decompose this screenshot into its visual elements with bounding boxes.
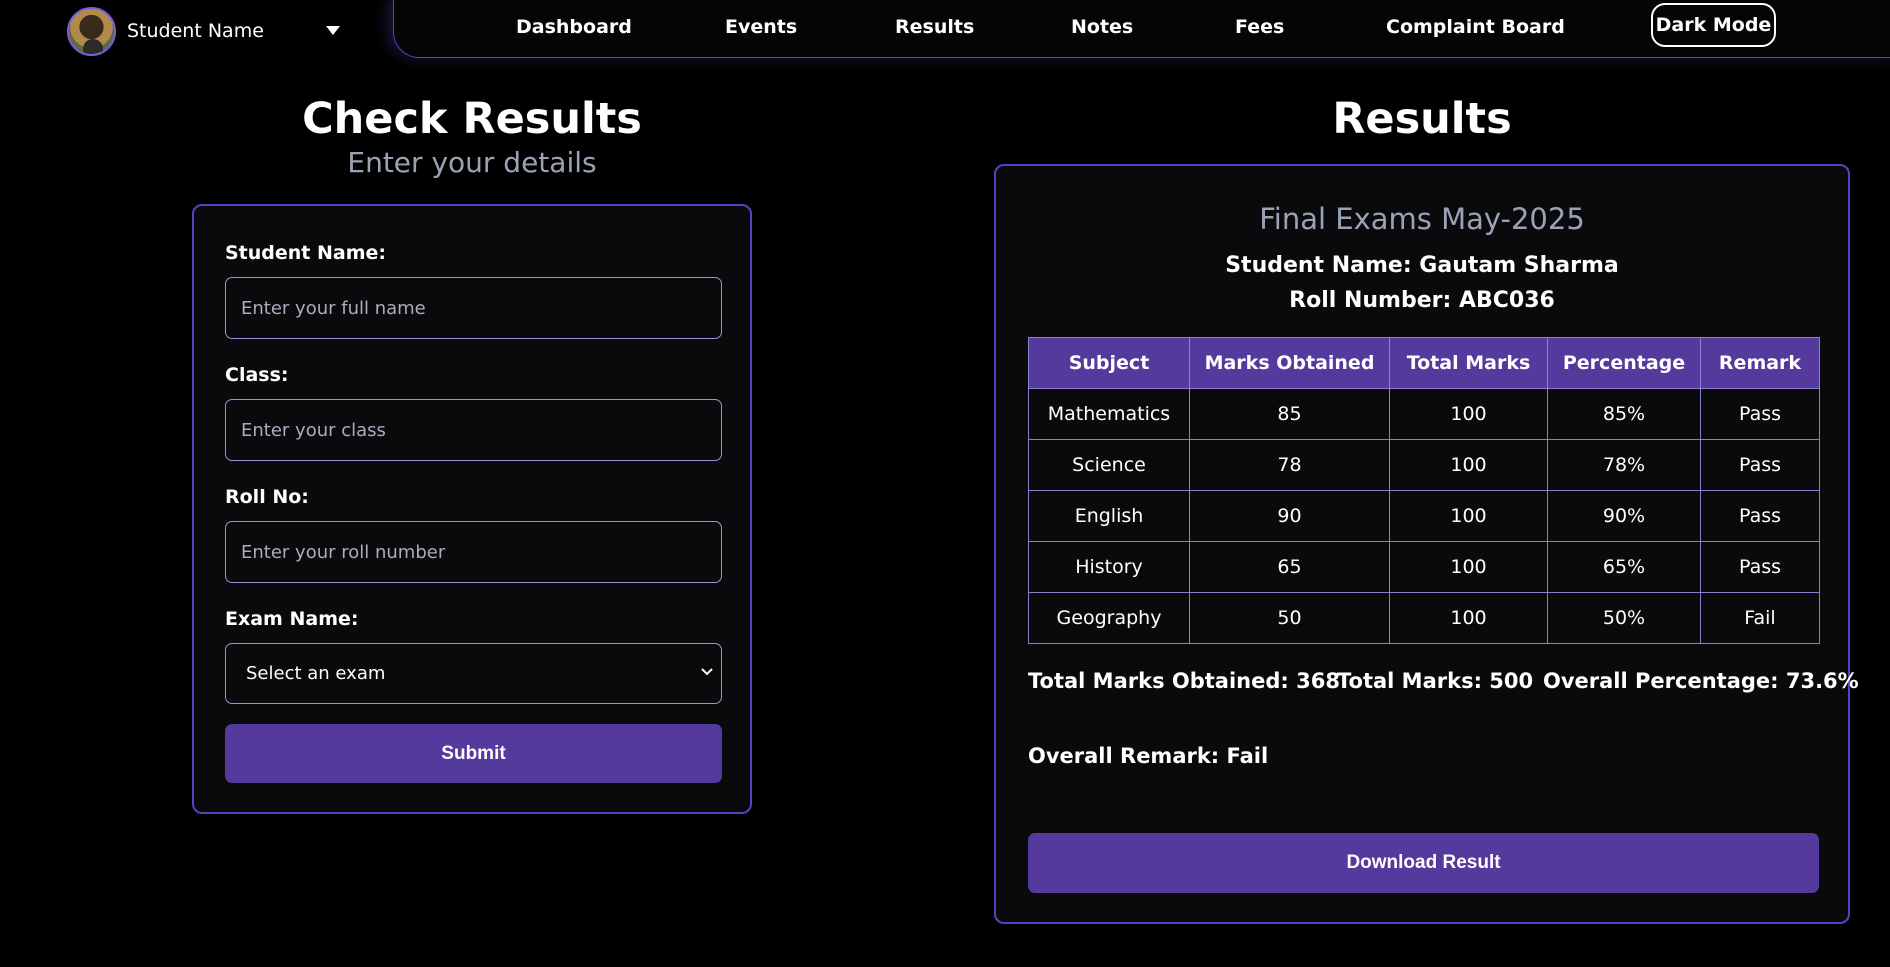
- check-results-form: Student Name: Class: Roll No: Exam Name:…: [192, 204, 752, 814]
- cell-remark: Pass: [1700, 439, 1820, 491]
- cell-subject: Science: [1028, 439, 1190, 491]
- overall-percentage: Overall Percentage: 73.6%: [1543, 669, 1859, 693]
- nav-complaint-board[interactable]: Complaint Board: [1386, 16, 1565, 38]
- table-row: History 65 100 65% Pass: [1028, 541, 1820, 593]
- cell-percentage: 85%: [1547, 388, 1701, 440]
- header-percentage: Percentage: [1547, 337, 1701, 389]
- exam-select[interactable]: Select an exam: [225, 643, 722, 704]
- roll-no-label: Roll No:: [225, 486, 309, 508]
- profile-menu[interactable]: Student Name: [67, 6, 264, 56]
- results-heading: Results: [1332, 94, 1512, 144]
- avatar: [67, 6, 116, 56]
- header-subject: Subject: [1028, 337, 1190, 389]
- profile-name: Student Name: [127, 20, 264, 42]
- cell-marks-obtained: 90: [1189, 490, 1390, 542]
- table-header-row: Subject Marks Obtained Total Marks Perce…: [1028, 337, 1820, 389]
- dark-mode-toggle[interactable]: Dark Mode: [1651, 3, 1776, 47]
- results-table: Subject Marks Obtained Total Marks Perce…: [1028, 337, 1820, 644]
- student-name-info: Student Name: Gautam Sharma: [1225, 253, 1619, 278]
- nav-fees[interactable]: Fees: [1235, 16, 1284, 38]
- roll-no-input[interactable]: [225, 521, 722, 583]
- nav-results[interactable]: Results: [895, 16, 974, 38]
- cell-subject: Geography: [1028, 592, 1190, 644]
- cell-percentage: 78%: [1547, 439, 1701, 491]
- form-heading: Check Results: [302, 94, 642, 144]
- cell-remark: Pass: [1700, 388, 1820, 440]
- cell-marks-obtained: 65: [1189, 541, 1390, 593]
- cell-percentage: 90%: [1547, 490, 1701, 542]
- student-name-input[interactable]: [225, 277, 722, 339]
- results-card: Final Exams May-2025 Student Name: Gauta…: [994, 164, 1859, 924]
- nav-events[interactable]: Events: [725, 16, 797, 38]
- cell-marks-obtained: 50: [1189, 592, 1390, 644]
- nav-notes[interactable]: Notes: [1071, 16, 1133, 38]
- table-row: Geography 50 100 50% Fail: [1028, 592, 1820, 644]
- cell-subject: Mathematics: [1028, 388, 1190, 440]
- cell-remark: Fail: [1700, 592, 1820, 644]
- table-row: Science 78 100 78% Pass: [1028, 439, 1820, 491]
- student-name-label: Student Name:: [225, 242, 387, 264]
- cell-marks-obtained: 78: [1189, 439, 1390, 491]
- class-input[interactable]: [225, 399, 722, 461]
- header-total-marks: Total Marks: [1389, 337, 1548, 389]
- exam-title: Final Exams May-2025: [1259, 202, 1585, 236]
- form-subheading: Enter your details: [347, 146, 597, 179]
- nav-dashboard[interactable]: Dashboard: [516, 16, 632, 38]
- cell-total-marks: 100: [1389, 439, 1548, 491]
- cell-total-marks: 100: [1389, 541, 1548, 593]
- exam-select-value: Select an exam: [246, 663, 386, 684]
- total-marks-obtained: Total Marks Obtained: 368: [1028, 669, 1340, 693]
- cell-percentage: 50%: [1547, 592, 1701, 644]
- cell-total-marks: 100: [1389, 592, 1548, 644]
- roll-number-info: Roll Number: ABC036: [1289, 288, 1555, 313]
- chevron-down-icon: [701, 668, 713, 676]
- exam-name-label: Exam Name:: [225, 608, 359, 630]
- profile-dropdown-button[interactable]: [325, 24, 341, 36]
- cell-remark: Pass: [1700, 541, 1820, 593]
- submit-button[interactable]: Submit: [225, 724, 722, 783]
- cell-percentage: 65%: [1547, 541, 1701, 593]
- download-result-button[interactable]: Download Result: [1028, 833, 1819, 893]
- cell-total-marks: 100: [1389, 490, 1548, 542]
- overall-remark: Overall Remark: Fail: [1028, 744, 1269, 768]
- top-navbar: Dashboard Events Results Notes Fees Comp…: [393, 0, 1890, 58]
- class-label: Class:: [225, 364, 289, 386]
- cell-marks-obtained: 85: [1189, 388, 1390, 440]
- cell-subject: History: [1028, 541, 1190, 593]
- cell-subject: English: [1028, 490, 1190, 542]
- table-row: English 90 100 90% Pass: [1028, 490, 1820, 542]
- cell-remark: Pass: [1700, 490, 1820, 542]
- header-marks-obtained: Marks Obtained: [1189, 337, 1390, 389]
- caret-down-icon: [326, 25, 340, 35]
- cell-total-marks: 100: [1389, 388, 1548, 440]
- total-marks: Total Marks: 500: [1337, 669, 1534, 693]
- table-row: Mathematics 85 100 85% Pass: [1028, 388, 1820, 440]
- header-remark: Remark: [1700, 337, 1820, 389]
